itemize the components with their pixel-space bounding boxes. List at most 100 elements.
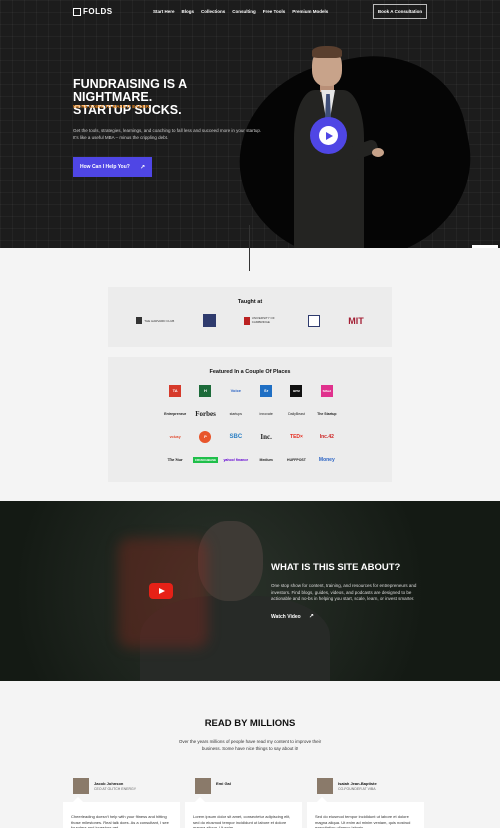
featured-logo: H [199, 384, 212, 397]
testimonial-name: Emi Gal [216, 781, 231, 786]
watch-video-label: Watch Video [271, 614, 301, 620]
portrait-hand [372, 148, 384, 157]
featured-logo: Sr [260, 384, 273, 397]
featured-title: Featured In a Couple Of Places [209, 369, 291, 375]
featured-logo-the-star: The Star [167, 457, 183, 462]
featured-logo: BPM [290, 384, 303, 397]
testimonial-name: Isaiah Jean-Baptiste [338, 781, 377, 786]
nav-links: Start Here Blogs Collections Consulting … [153, 9, 328, 14]
testimonial-quote: Sed do eiusmod tempor incididunt ut labo… [315, 814, 411, 828]
arrow-up-right-icon: ↗ [139, 164, 145, 171]
testimonial-quote: Cheerleading doesn't help with your fitn… [71, 814, 169, 828]
top-nav: FOLDS Start Here Blogs Collections Consu… [0, 0, 500, 24]
featured-logo-crunchbase: CRUNCHBASE [192, 456, 219, 463]
featured-logo-inc42: Inc.42 [319, 433, 334, 440]
featured-logo-innovate: innovate [259, 411, 273, 416]
featured-logo-huffpost: HUFFPOST [287, 457, 306, 462]
nav-link-consulting[interactable]: Consulting [232, 9, 256, 14]
featured-logo-yahoo-finance: yahoo! finance [223, 457, 249, 462]
arrow-up-right-icon: ↗ [308, 614, 314, 620]
testimonial-role: CEO AT GLITCH ENERGY [94, 787, 137, 791]
featured-logo: The Star [168, 453, 183, 466]
testimonial-quote: Lorem ipsum dolor sit amet, consectetur … [193, 814, 291, 828]
read-by-millions-title: READ BY MILLIONS [204, 718, 296, 729]
featured-logo: Medium [260, 453, 273, 466]
featured-logo-ted: TED× [290, 433, 303, 440]
testimonial-quote-box: Lorem ipsum dolor sit amet, consectetur … [185, 797, 302, 828]
featured-logo: P [199, 430, 212, 443]
logo-text: FOLDS [83, 7, 113, 16]
featured-logo: SBC [229, 430, 242, 443]
university-crest-logo [202, 314, 216, 327]
featured-logo: TA [169, 384, 182, 397]
video-section [0, 501, 500, 681]
cambridge-label: UNIVERSITY OF CAMBRIDGE [251, 316, 275, 324]
youtube-play-icon[interactable] [149, 583, 173, 599]
play-icon [319, 126, 338, 145]
avatar [195, 778, 211, 794]
hero-subtitle: WE'RE GOING TO MAKE IT EASIER. [73, 104, 151, 109]
institution-logo [308, 314, 320, 327]
featured-logo: CRUNCHBASE [192, 453, 219, 466]
featured-logo: DailyBeast [288, 407, 305, 420]
hero-title-line1: FUNDRAISING IS A NIGHTMARE. [73, 77, 187, 104]
featured-logo: Inc.42 [320, 430, 334, 443]
harvard-club-label: THE HARVARD CLUB [144, 318, 175, 323]
how-can-i-help-button[interactable]: How Can I Help You? ↗ [73, 157, 152, 177]
featured-logo-sifted: Sifted [320, 384, 333, 397]
featured-logo: Sifted [320, 384, 333, 397]
featured-logo-p: P [199, 430, 212, 443]
harvard-club-logo: THE HARVARD CLUB [136, 317, 174, 324]
nav-link-free-tools[interactable]: Free Tools [263, 9, 285, 14]
hero-description: Get the tools, strategies, learnings, an… [73, 128, 262, 140]
featured-logo: yahoo! finance [223, 453, 248, 466]
play-video-badge[interactable] [310, 117, 347, 154]
featured-logo-startups: startups [229, 411, 243, 416]
cambridge-logo: UNIVERSITY OF CAMBRIDGE [243, 316, 280, 325]
taught-logos: THE HARVARD CLUB UNIVERSITY OF CAMBRIDGE… [108, 314, 392, 327]
hero-title: FUNDRAISING IS A NIGHTMARE. STARTUP SUCK… [73, 78, 263, 117]
read-by-millions-description: Over the years millions of people have r… [178, 739, 322, 751]
avatar [73, 778, 89, 794]
featured-logo: Forbes [195, 407, 216, 420]
avatar [317, 778, 333, 794]
nav-link-blogs[interactable]: Blogs [182, 9, 195, 14]
testimonial-quote-box: Cheerleading doesn't help with your fitn… [63, 797, 180, 828]
featured-logo: Inc. [260, 430, 271, 443]
featured-logo-inc: Inc. [260, 432, 272, 441]
featured-logo-forbes: Forbes [195, 409, 216, 418]
featured-panel: Featured In a Couple Of Places TA H Voic… [108, 357, 392, 482]
hero-section: FOLDS Start Here Blogs Collections Consu… [0, 0, 500, 248]
logo-mark-icon [73, 7, 81, 16]
video-section-description: One stop show for content, training, and… [271, 583, 417, 601]
featured-logo-entrepreneur: Entrepreneur [164, 411, 187, 416]
site-logo[interactable]: FOLDS [73, 7, 113, 16]
featured-logo-ta: TA [169, 384, 182, 397]
featured-logo-the-startup: The Startup [317, 411, 337, 416]
featured-logo-dailybeast: DailyBeast [288, 411, 305, 416]
nav-link-start-here[interactable]: Start Here [153, 9, 175, 14]
featured-logo: Money [319, 453, 335, 466]
featured-logo: HUFFPOST [287, 453, 306, 466]
featured-logo: Entrepreneur [164, 407, 186, 420]
testimonial-role: CO-FOUNDER AT VIBA [338, 787, 376, 791]
video-section-title: WHAT IS THIS SITE ABOUT? [271, 562, 401, 573]
featured-logo: startups [230, 407, 242, 420]
book-consultation-button[interactable]: Book A Consultation [373, 4, 427, 19]
featured-logo-sbc: SBC [229, 433, 243, 440]
featured-logo: The Startup [317, 407, 336, 420]
featured-logo-sr: Sr [260, 384, 273, 397]
nav-link-collections[interactable]: Collections [201, 9, 225, 14]
testimonial-name: Jacob Johnson [94, 781, 124, 786]
hero-button-label: How Can I Help You? [80, 164, 130, 170]
testimonial-quote-box: Sed do eiusmod tempor incididunt ut labo… [307, 797, 424, 828]
featured-logo-voice: Voice [230, 388, 242, 393]
featured-logo-medium: Medium [259, 457, 273, 462]
watch-video-link[interactable]: Watch Video ↗ [271, 613, 314, 620]
featured-logo: Voice [231, 384, 241, 397]
portrait-hair [312, 46, 342, 58]
featured-logo: innovate [260, 407, 273, 420]
mit-logo: MIT [348, 315, 364, 326]
taught-at-panel: Taught at THE HARVARD CLUB UNIVERSITY OF… [108, 287, 392, 347]
nav-link-premium-models[interactable]: Premium Models [292, 9, 328, 14]
